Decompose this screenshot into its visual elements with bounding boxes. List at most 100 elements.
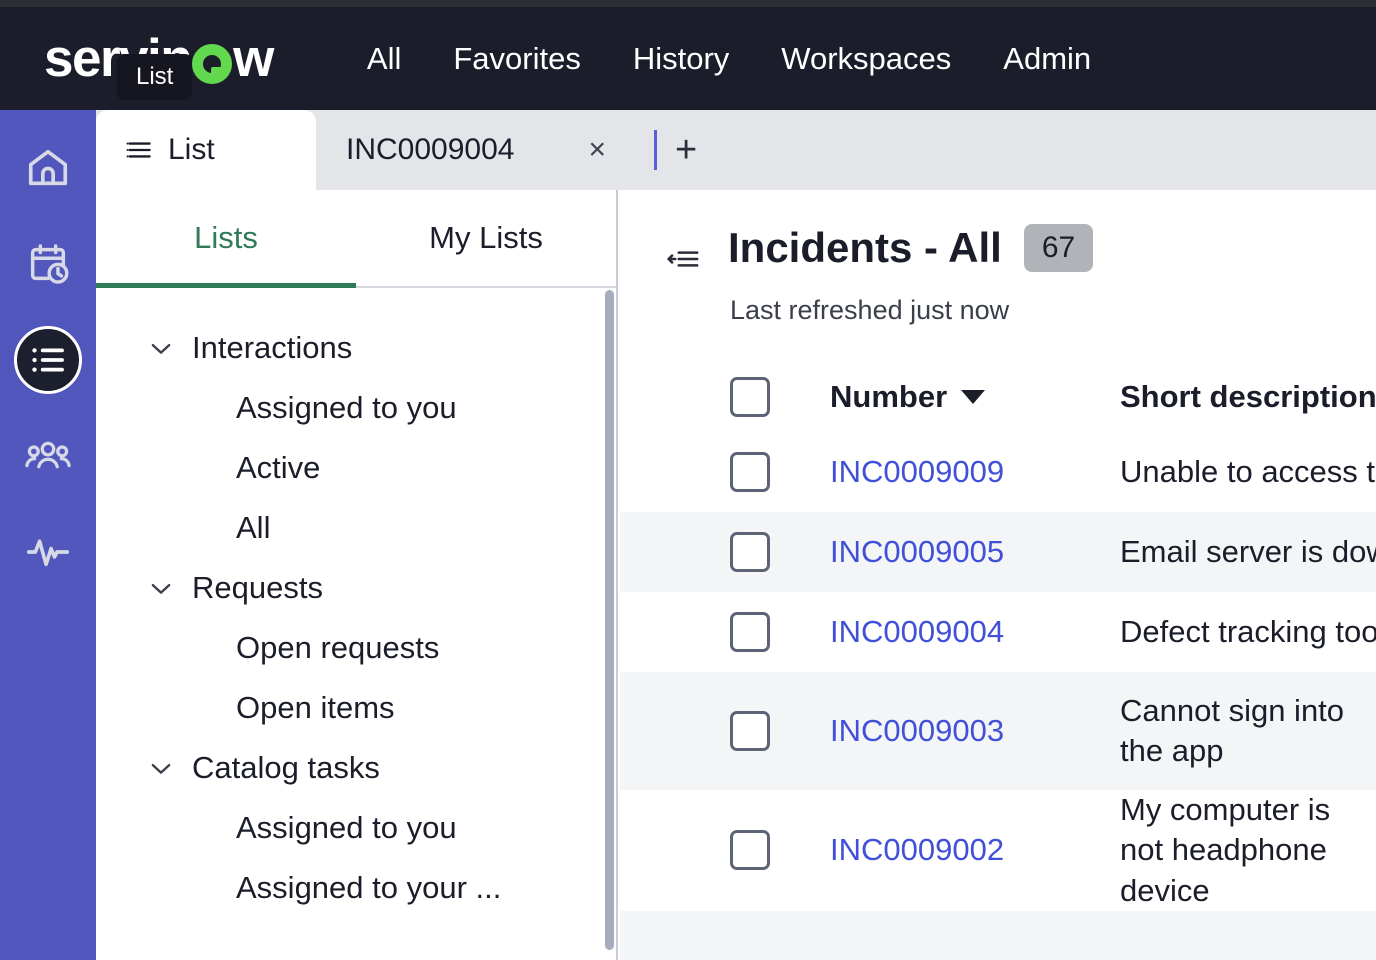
table-row[interactable]: INC0009005 Email server is down (620, 512, 1376, 592)
incident-link[interactable]: INC0009003 (830, 713, 1004, 748)
table-header-row: Number Short description (620, 362, 1376, 432)
cell-number: INC0009004 (830, 614, 1120, 650)
table-row[interactable]: INC0009001 Unable to post conte (620, 910, 1376, 960)
brand-text-part3: w (233, 29, 274, 88)
tree-item-open-items[interactable]: Open items (96, 678, 616, 738)
rail-item-home[interactable] (14, 134, 82, 202)
tree-group-interactions[interactable]: Interactions (96, 318, 616, 378)
tree-item-catalog-assigned-to-you[interactable]: Assigned to you (96, 798, 616, 858)
row-checkbox[interactable] (730, 830, 770, 871)
page-title: Incidents - All (728, 224, 1002, 271)
select-all-cell (730, 377, 830, 417)
table-row[interactable]: INC0009003 Cannot sign into the app (620, 672, 1376, 790)
row-checkbox[interactable] (730, 711, 770, 751)
rail-item-activity[interactable] (14, 518, 82, 586)
activity-pulse-icon (25, 529, 71, 575)
topnav-item-favorites[interactable]: Favorites (427, 31, 606, 87)
cell-number: INC0009009 (830, 454, 1120, 490)
lists-sidebar: Lists My Lists Interactions Assigned to … (96, 190, 618, 960)
topnav-item-workspaces[interactable]: Workspaces (755, 31, 977, 87)
cell-number: INC0009002 (830, 832, 1120, 868)
sidebar-scrollbar[interactable] (605, 290, 614, 950)
tab-my-lists[interactable]: My Lists (356, 190, 616, 286)
browser-tab-bar: List INC0009004 × + (96, 110, 1376, 190)
row-select-cell (730, 830, 830, 871)
row-checkbox[interactable] (730, 532, 770, 572)
topnav-item-admin[interactable]: Admin (977, 31, 1117, 87)
cell-number: INC0009003 (830, 713, 1120, 749)
rail-item-schedule[interactable] (14, 230, 82, 298)
tab-record-label: INC0009004 (346, 133, 515, 166)
topnav-item-all[interactable]: All (341, 31, 427, 87)
servicenow-app: servinw All Favorites History Workspaces… (0, 0, 1376, 960)
incident-link[interactable]: INC0009005 (830, 534, 1004, 569)
row-select-cell (730, 612, 830, 652)
tree-group-label: Requests (192, 570, 323, 605)
tab-divider (654, 130, 657, 170)
last-refreshed-text: Last refreshed just now (730, 295, 1010, 325)
list-lines-icon (126, 136, 154, 164)
sort-descending-icon (961, 390, 986, 404)
row-select-cell (730, 532, 830, 572)
tree-item-open-requests[interactable]: Open requests (96, 618, 616, 678)
cell-short-description: Cannot sign into the app (1120, 692, 1345, 768)
select-all-checkbox[interactable] (730, 377, 770, 417)
incident-link[interactable]: INC0009009 (830, 454, 1004, 489)
collapse-panel-icon[interactable] (666, 242, 700, 281)
tab-lists[interactable]: Lists (96, 190, 356, 288)
top-nav-items: All Favorites History Workspaces Admin (341, 31, 1117, 87)
column-header-number-label: Number (830, 379, 948, 414)
tab-list[interactable]: List (96, 110, 316, 190)
row-checkbox[interactable] (730, 612, 770, 652)
tree-item-interactions-assigned-to-you[interactable]: Assigned to you (96, 378, 616, 438)
incidents-table: Number Short description INC0009009 Unab… (620, 362, 1376, 960)
sidebar-tab-strip: Lists My Lists (96, 190, 616, 288)
record-count-badge: 67 (1023, 224, 1094, 272)
chevron-down-icon (144, 334, 178, 362)
chevron-down-icon (144, 754, 178, 782)
calendar-clock-icon (25, 241, 71, 287)
tree-item-catalog-assigned-to-your[interactable]: Assigned to your ... (96, 858, 616, 918)
incident-link[interactable]: INC0009004 (830, 614, 1004, 649)
list-header: Incidents - All 67 (620, 190, 1376, 281)
incident-list-panel: Incidents - All 67 Last refreshed just n… (620, 190, 1376, 960)
column-header-short-description[interactable]: Short description (1120, 379, 1376, 415)
add-tab-button[interactable]: + (675, 131, 697, 169)
top-navigation-bar: servinw All Favorites History Workspaces… (0, 7, 1376, 110)
cell-short-description: My computer is not headphone device (1120, 792, 1331, 908)
table-row[interactable]: INC0009002 My computer is not headphone … (620, 790, 1376, 911)
tree-group-catalog-tasks[interactable]: Catalog tasks (96, 738, 616, 798)
tree-group-requests[interactable]: Requests (96, 558, 616, 618)
tree-group-label: Interactions (192, 330, 353, 365)
rail-item-people[interactable] (14, 422, 82, 490)
row-select-cell (730, 711, 830, 751)
tab-list-label: List (168, 133, 215, 166)
window-top-strip (0, 0, 1376, 7)
title-row: Incidents - All 67 (728, 224, 1094, 272)
cell-short-description: Unable to access the (1120, 453, 1376, 489)
column-header-number[interactable]: Number (830, 379, 1120, 415)
cell-short-description: Defect tracking tool (1120, 613, 1376, 649)
cell-short-description: Email server is down (1120, 533, 1376, 569)
close-icon[interactable]: × (588, 135, 606, 165)
rail-item-lists[interactable] (14, 326, 82, 394)
table-row[interactable]: INC0009004 Defect tracking tool (620, 592, 1376, 672)
tree-item-interactions-active[interactable]: Active (96, 438, 616, 498)
tree-group-label: Catalog tasks (192, 750, 380, 785)
list-tooltip: List (117, 54, 193, 100)
table-row[interactable]: INC0009009 Unable to access the (620, 432, 1376, 512)
list-icon (27, 339, 69, 381)
lists-tree: Interactions Assigned to you Active All … (96, 288, 616, 918)
cell-number: INC0009005 (830, 534, 1120, 570)
brand-o-icon (192, 43, 233, 84)
incident-link[interactable]: INC0009002 (830, 832, 1004, 867)
tab-record-inc0009004[interactable]: INC0009004 × (316, 110, 636, 190)
row-checkbox[interactable] (730, 452, 770, 492)
tree-item-interactions-all[interactable]: All (96, 498, 616, 558)
chevron-down-icon (144, 574, 178, 602)
topnav-item-history[interactable]: History (607, 31, 755, 87)
left-icon-rail (0, 110, 96, 960)
people-group-icon (25, 433, 71, 479)
row-select-cell (730, 452, 830, 492)
home-icon (25, 145, 71, 191)
